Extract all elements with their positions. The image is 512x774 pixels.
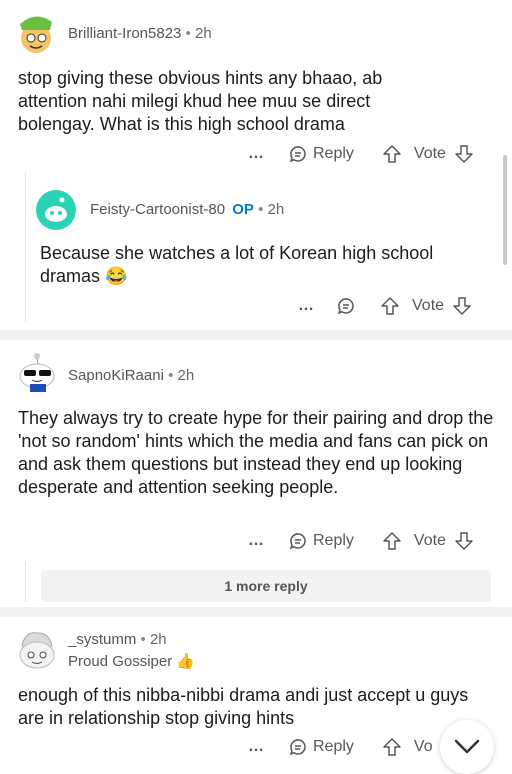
more-icon: … xyxy=(298,297,314,314)
vote-label: Vote xyxy=(413,145,446,162)
reply-icon xyxy=(288,737,308,757)
comment-actions: … Reply Vote xyxy=(248,531,474,551)
downvote-arrow-icon xyxy=(454,144,474,164)
reply-icon xyxy=(288,144,308,164)
comment-actions: … Reply Vo xyxy=(248,737,433,757)
reply-button[interactable]: Reply xyxy=(288,531,354,551)
thread-line[interactable] xyxy=(25,172,26,322)
upvote-button[interactable] xyxy=(382,737,402,757)
downvote-button[interactable] xyxy=(452,296,472,316)
comment-header: Brilliant-Iron5823 • 2h xyxy=(68,25,212,42)
timestamp: 2h xyxy=(177,367,195,384)
comment-separator xyxy=(0,330,512,340)
vote-label: Vote xyxy=(412,297,445,314)
avatar[interactable] xyxy=(12,10,60,58)
scrollbar[interactable] xyxy=(503,155,507,265)
username[interactable]: Feisty-Cartoonist-80 xyxy=(90,201,225,218)
username[interactable]: _systumm xyxy=(68,631,136,648)
more-options-button[interactable]: … xyxy=(248,532,264,550)
more-options-button[interactable]: … xyxy=(248,145,264,163)
thread-line[interactable] xyxy=(25,562,26,602)
comment-header: Feisty-Cartoonist-80 OP • 2h xyxy=(90,201,284,218)
avatar[interactable] xyxy=(14,348,60,394)
reply-label: Reply xyxy=(313,532,354,549)
downvote-button[interactable] xyxy=(454,144,474,164)
op-badge: OP xyxy=(232,201,254,218)
downvote-button[interactable] xyxy=(454,531,474,551)
comment-text-body: Because she watches a lot of Korean high… xyxy=(40,243,434,286)
comment-header: _systumm • 2h xyxy=(68,631,167,648)
username[interactable]: Brilliant-Iron5823 xyxy=(68,25,181,42)
username[interactable]: SapnoKiRaani xyxy=(68,367,164,384)
user-flair: Proud Gossiper 👍 xyxy=(68,652,195,670)
separator-dot: • xyxy=(185,25,191,42)
separator-dot: • xyxy=(140,631,146,648)
comment-2: SapnoKiRaani • 2h They always try to cre… xyxy=(0,340,512,605)
timestamp: 2h xyxy=(149,631,167,648)
more-icon: … xyxy=(248,532,264,549)
more-icon: … xyxy=(248,145,264,162)
comment-3: _systumm • 2h Proud Gossiper 👍 enough of… xyxy=(0,617,512,764)
comment-separator xyxy=(0,607,512,617)
more-replies-label: 1 more reply xyxy=(224,578,308,594)
reply-label: Reply xyxy=(313,145,354,162)
thumbs-up-icon: 👍 xyxy=(176,653,196,670)
flair-text: Proud Gossiper xyxy=(68,653,173,670)
comment-text: Because she watches a lot of Korean high… xyxy=(40,242,490,288)
separator-dot: • xyxy=(258,201,264,218)
reply-button[interactable] xyxy=(336,296,356,316)
upvote-arrow-icon xyxy=(382,531,402,551)
upvote-arrow-icon xyxy=(382,737,402,757)
chevron-down-icon xyxy=(454,739,480,755)
upvote-button[interactable] xyxy=(380,296,400,316)
upvote-arrow-icon xyxy=(380,296,400,316)
more-options-button[interactable]: … xyxy=(298,297,314,315)
comment-1: Brilliant-Iron5823 • 2h stop giving thes… xyxy=(0,0,512,330)
comment-actions: … Reply Vote xyxy=(248,144,474,164)
comment-text: enough of this nibba-nibbi drama andi ju… xyxy=(18,685,469,728)
reply-label: Reply xyxy=(313,738,354,755)
downvote-arrow-icon xyxy=(452,296,472,316)
reply-icon xyxy=(288,531,308,551)
timestamp: 2h xyxy=(195,25,212,42)
comment-text: stop giving these obvious hints any bhaa… xyxy=(18,68,383,134)
upvote-button[interactable] xyxy=(382,531,402,551)
upvote-button[interactable] xyxy=(382,144,402,164)
reply-icon xyxy=(336,296,356,316)
separator-dot: • xyxy=(168,367,174,384)
comment-text: They always try to create hype for their… xyxy=(18,408,494,497)
avatar[interactable] xyxy=(36,190,76,230)
reply-button[interactable]: Reply xyxy=(288,737,354,757)
more-options-button[interactable]: … xyxy=(248,738,264,756)
downvote-arrow-icon xyxy=(454,531,474,551)
timestamp: 2h xyxy=(267,201,285,218)
laughing-emoji: 😂 xyxy=(105,266,128,286)
comment-header: SapnoKiRaani • 2h xyxy=(68,367,194,384)
comment-actions: … Vote xyxy=(298,296,472,316)
avatar[interactable] xyxy=(14,627,60,673)
vote-label: Vote xyxy=(413,532,446,549)
vote-label: Vo xyxy=(413,738,433,755)
reply-button[interactable]: Reply xyxy=(288,144,354,164)
collapse-button[interactable] xyxy=(440,720,494,774)
more-icon: … xyxy=(248,738,264,755)
more-replies-button[interactable]: 1 more reply xyxy=(41,570,491,602)
upvote-arrow-icon xyxy=(382,144,402,164)
